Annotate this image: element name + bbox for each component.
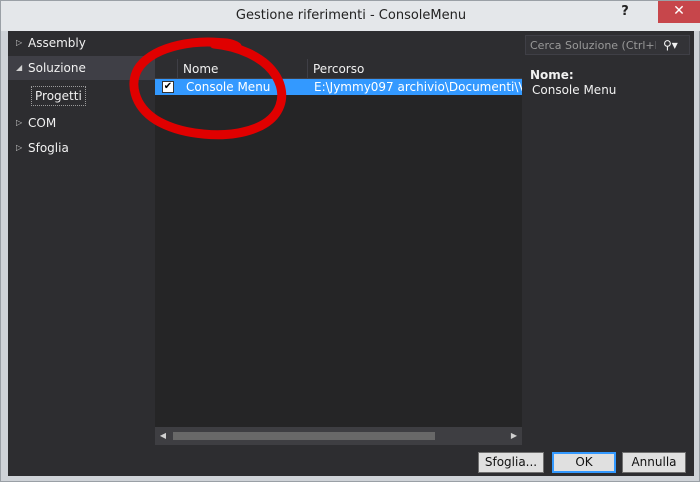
title-bar[interactable]: Gestione riferimenti - ConsoleMenu ? ✕ xyxy=(1,1,700,31)
search-icon[interactable]: ⚲▾ xyxy=(663,37,689,53)
row-checkbox[interactable]: ✔ xyxy=(162,81,174,93)
nav-item-assembly[interactable]: ▷ Assembly xyxy=(8,31,155,55)
search-input[interactable] xyxy=(526,36,656,54)
dialog-client-area: ▷ Assembly ◢ Soluzione Progetti ▷ COM ▷ … xyxy=(8,31,694,476)
nav-item-soluzione[interactable]: ◢ Soluzione xyxy=(8,56,155,80)
table-row[interactable]: ✔ Console Menu E:\Jymmy097 archivio\Docu… xyxy=(155,79,522,95)
horizontal-scrollbar[interactable]: ◀ ▶ xyxy=(155,427,522,445)
window-title: Gestione riferimenti - ConsoleMenu xyxy=(235,8,467,23)
nav-item-label: Sfoglia xyxy=(28,141,69,155)
nav-item-sfoglia[interactable]: ▷ Sfoglia xyxy=(8,136,155,160)
scroll-right-icon[interactable]: ▶ xyxy=(506,427,522,445)
nav-item-label: Soluzione xyxy=(28,61,86,75)
dialog-window: Gestione riferimenti - ConsoleMenu ? ✕ ▷… xyxy=(0,0,700,482)
scroll-left-icon[interactable]: ◀ xyxy=(155,427,171,445)
category-nav: ▷ Assembly ◢ Soluzione Progetti ▷ COM ▷ … xyxy=(8,31,155,445)
close-button[interactable]: ✕ xyxy=(658,1,700,23)
cell-name: Console Menu xyxy=(186,80,271,94)
help-button[interactable]: ? xyxy=(605,1,645,25)
nav-item-label: Assembly xyxy=(28,36,86,50)
detail-label: Nome: xyxy=(530,68,574,82)
column-header-percorso[interactable]: Percorso xyxy=(307,59,522,79)
nav-item-com[interactable]: ▷ COM xyxy=(8,111,155,135)
expand-arrow-icon: ▷ xyxy=(16,143,23,152)
browse-button[interactable]: Sfoglia... xyxy=(478,452,544,473)
nav-item-label: COM xyxy=(28,116,57,130)
cancel-button[interactable]: Annulla xyxy=(622,452,686,473)
expand-arrow-icon: ▷ xyxy=(16,38,23,47)
details-panel: Nome: Console Menu xyxy=(522,59,694,445)
scrollbar-thumb[interactable] xyxy=(173,432,435,440)
collapse-arrow-icon: ◢ xyxy=(16,63,23,72)
reference-list: Nome Percorso ✔ Console Menu E:\Jymmy097… xyxy=(155,59,522,445)
close-icon: ✕ xyxy=(673,3,685,19)
ok-button[interactable]: OK xyxy=(552,452,616,473)
nav-subitem-progetti[interactable]: Progetti xyxy=(31,86,86,106)
list-header: Nome Percorso xyxy=(155,59,522,79)
detail-value: Console Menu xyxy=(532,83,617,97)
column-header-nome[interactable]: Nome xyxy=(177,59,307,79)
search-box: ⚲▾ xyxy=(525,35,690,55)
button-bar: Sfoglia... OK Annulla xyxy=(8,445,694,476)
expand-arrow-icon: ▷ xyxy=(16,118,23,127)
cell-path: E:\Jymmy097 archivio\Documenti\Visual xyxy=(314,80,522,94)
